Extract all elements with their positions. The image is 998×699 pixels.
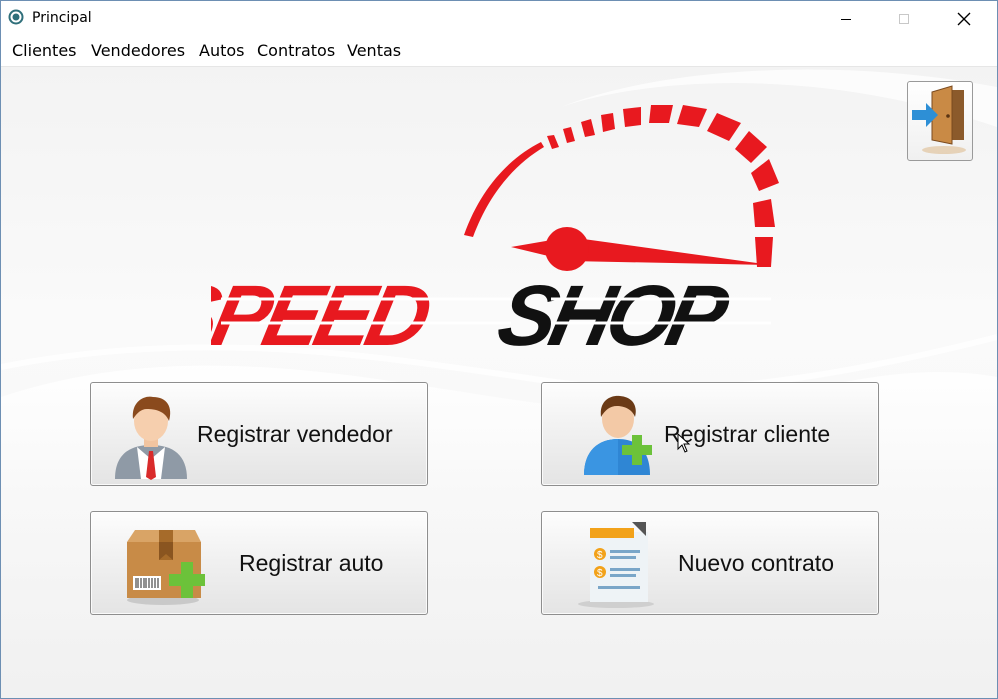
logo-word-shop: SHOP [490, 268, 737, 364]
menu-bar: Clientes Vendedores Autos Contratos Vent… [1, 36, 997, 67]
document-icon: $ $ [578, 522, 654, 608]
logo-word-speed: SPEED [211, 268, 438, 364]
window-title: Principal [32, 10, 92, 26]
mouse-cursor-icon [677, 433, 691, 453]
nuevo-contrato-button[interactable]: $ $ Nuevo contrato [541, 511, 879, 615]
app-icon [8, 9, 24, 25]
main-panel: SPEED SHOP Registrar vendedor Registrar … [1, 67, 997, 698]
user-add-icon [584, 395, 652, 475]
menu-autos[interactable]: Autos [199, 41, 244, 60]
menu-clientes[interactable]: Clientes [12, 41, 77, 60]
maximize-button[interactable] [875, 1, 933, 36]
registrar-cliente-button[interactable]: Registrar cliente [541, 382, 879, 486]
registrar-vendedor-label: Registrar vendedor [197, 421, 393, 447]
close-button[interactable] [935, 1, 993, 36]
registrar-auto-button[interactable]: Registrar auto [90, 511, 428, 615]
exit-button[interactable] [907, 81, 973, 161]
menu-ventas[interactable]: Ventas [347, 41, 401, 60]
main-window: Principal Clientes Vendedores Autos Cont… [0, 0, 998, 699]
close-icon [957, 12, 971, 25]
minimize-button[interactable] [817, 1, 875, 36]
minimize-icon [841, 18, 851, 20]
menu-vendedores[interactable]: Vendedores [91, 41, 185, 60]
svg-text:$: $ [597, 550, 603, 561]
registrar-vendedor-button[interactable]: Registrar vendedor [90, 382, 428, 486]
nuevo-contrato-label: Nuevo contrato [678, 550, 834, 576]
menu-contratos[interactable]: Contratos [257, 41, 335, 60]
maximize-icon [899, 13, 909, 24]
title-bar: Principal [1, 1, 997, 36]
door-exit-icon [912, 85, 966, 154]
registrar-auto-label: Registrar auto [239, 550, 384, 576]
box-add-icon [127, 530, 205, 605]
speedshop-logo: SPEED SHOP [211, 105, 779, 364]
businessman-icon [115, 396, 187, 480]
svg-text:$: $ [597, 568, 603, 579]
